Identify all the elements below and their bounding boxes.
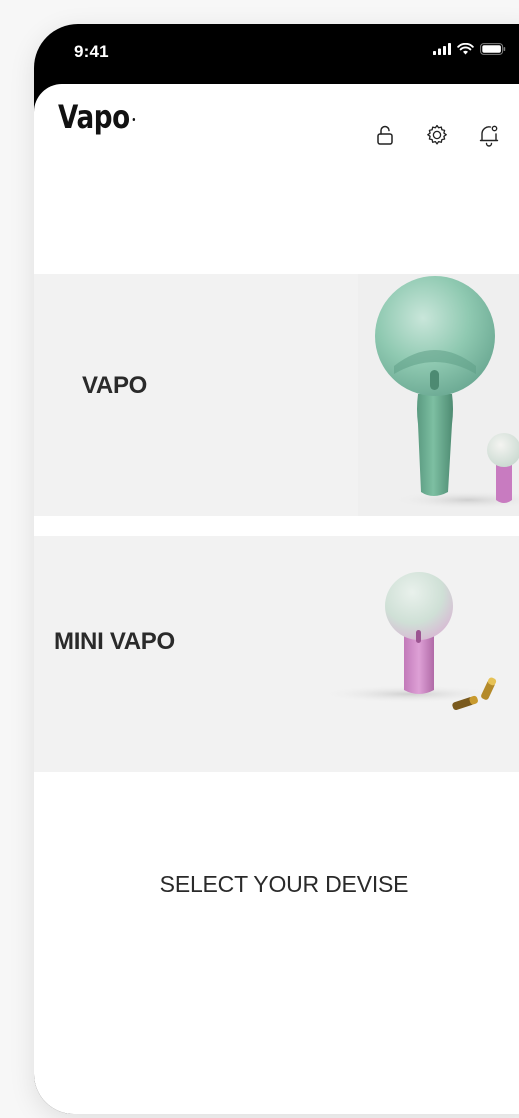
bell-icon[interactable] (476, 122, 502, 148)
wifi-icon (457, 43, 474, 55)
device-card-mini-vapo[interactable]: MINI VAPO (34, 536, 519, 772)
unlock-icon[interactable] (372, 122, 398, 148)
status-time: 9:41 (74, 42, 109, 61)
logo-dot (132, 117, 135, 121)
app-header: Vapo (34, 84, 519, 164)
select-device-prompt: SELECT YOUR DEVISE (159, 871, 409, 897)
app-logo-text: Vapo (58, 98, 130, 136)
mini-vapo-device-image (320, 572, 502, 710)
device-card-vapo[interactable]: VAPO (34, 274, 519, 516)
phone-frame: 9:41 Vapo VAPO MINI VAPO SELECT YOUR DEV… (34, 24, 519, 1114)
battery-icon (480, 43, 506, 55)
device-label: VAPO (82, 372, 148, 399)
app-screen: Vapo VAPO MINI VAPO SELECT YOUR DEVISE (34, 84, 519, 1114)
signal-icon (433, 43, 451, 55)
status-bar: 9:41 (34, 24, 519, 84)
app-logo: Vapo (58, 98, 135, 136)
header-icons (372, 122, 502, 148)
device-label: MINI VAPO (54, 628, 175, 655)
gear-icon[interactable] (424, 122, 450, 148)
status-icons (433, 43, 506, 55)
vapo-device-image (358, 274, 519, 516)
